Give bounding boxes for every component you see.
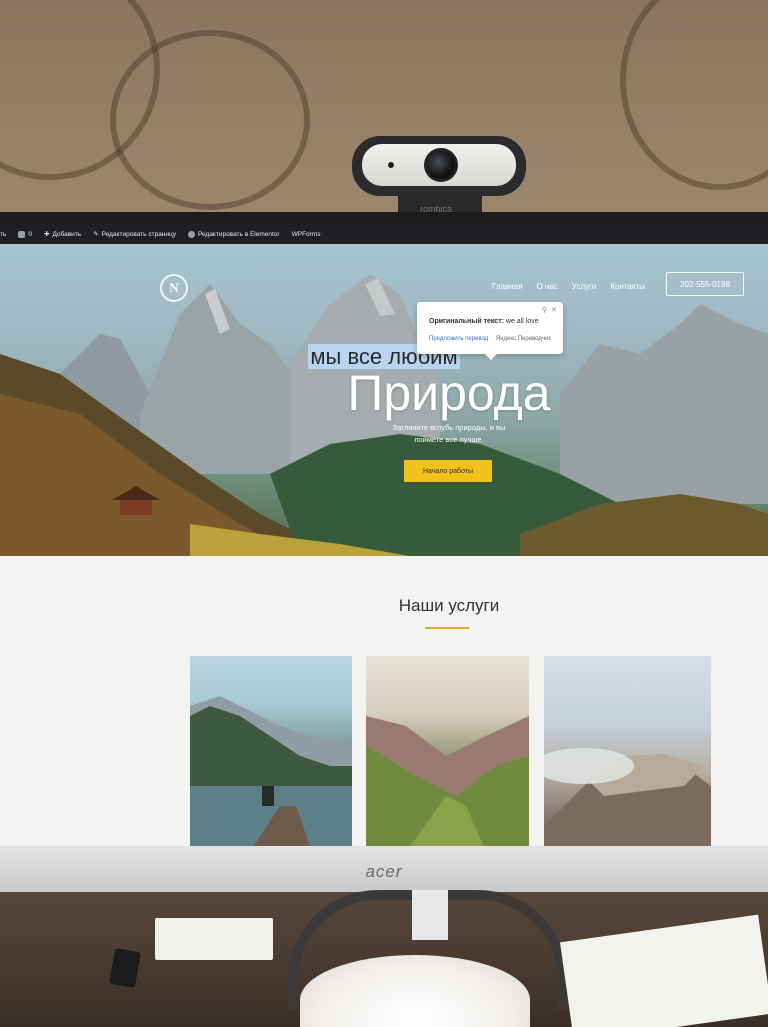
nav-contacts[interactable]: Контакты: [610, 282, 645, 291]
pin-icon[interactable]: ⚲: [542, 306, 547, 314]
edit-page-link[interactable]: ✎ Редактировать страницу: [93, 230, 176, 239]
nav-about[interactable]: О нас: [536, 282, 557, 291]
comment-icon: [18, 230, 26, 238]
wpforms-link[interactable]: WPForms: [292, 231, 321, 238]
close-icon[interactable]: ✕: [551, 306, 557, 314]
translation-tooltip: ⚲ ✕ Оригинальный текст: we all love Пред…: [417, 302, 563, 360]
monitor-brand: acer: [365, 862, 403, 881]
phone-button[interactable]: 202-555-0188: [666, 272, 744, 296]
edit-page-label: Редактировать страницу: [101, 230, 176, 238]
site-logo[interactable]: N: [160, 274, 188, 302]
admin-bar-fragment-label: ть: [0, 230, 7, 238]
comments-link[interactable]: 0: [18, 230, 32, 238]
add-new-link[interactable]: ✚ Добавить: [44, 230, 82, 239]
translator-provider: Яндекс.Переводчик: [495, 336, 551, 342]
browser-screen: ть 0 ✚ Добавить ✎ Редактировать страницу…: [0, 224, 768, 848]
valley-image: [366, 716, 529, 848]
admin-bar-fragment[interactable]: ть: [0, 231, 6, 238]
nav-services[interactable]: Услуги: [572, 282, 597, 291]
wp-admin-bar: ть 0 ✚ Добавить ✎ Редактировать страницу…: [0, 224, 768, 244]
service-card-2[interactable]: [366, 656, 529, 848]
plus-icon: ✚: [44, 231, 50, 238]
edit-elementor-label: Редактировать в Elementor: [198, 230, 280, 238]
comments-count: 0: [28, 230, 32, 238]
service-card-3[interactable]: [544, 656, 711, 848]
papers: [560, 914, 768, 1027]
elementor-icon: [188, 230, 195, 238]
services-title: Наши услуги: [398, 596, 500, 615]
main-nav: Главная О нас Услуги Контакты: [492, 282, 645, 291]
original-text-value: we all love: [505, 318, 539, 325]
wallpaper-pattern: [620, 0, 768, 190]
hero-section: N Главная О нас Услуги Контакты 202-555-…: [0, 244, 768, 556]
nav-home[interactable]: Главная: [492, 282, 522, 291]
hero-title: Природа: [347, 365, 551, 421]
camera-lens-icon: [424, 148, 458, 182]
webcam-led: [388, 162, 394, 168]
logo-letter: N: [169, 280, 179, 295]
services-underline: [425, 627, 469, 629]
pencil-icon: ✎: [93, 231, 99, 238]
wallpaper-pattern: [110, 30, 310, 210]
lake-dock-image: [190, 696, 352, 848]
product-box: [155, 918, 273, 960]
remote-control: [109, 948, 141, 988]
webcam: [352, 136, 526, 196]
get-started-button[interactable]: Начало работы: [404, 460, 492, 482]
chalet: [120, 499, 152, 515]
get-started-label: Начало работы: [422, 467, 474, 475]
add-new-label: Добавить: [52, 230, 82, 238]
webcam-face: [362, 144, 516, 186]
suggest-translation-link[interactable]: Предложить перевод: [429, 336, 488, 342]
edit-elementor-link[interactable]: Редактировать в Elementor: [188, 230, 280, 238]
original-text-label: Оригинальный текст:: [429, 318, 504, 325]
wpforms-label: WPForms: [291, 230, 321, 238]
service-card-1[interactable]: [190, 656, 352, 848]
photo-scene: rombica ть 0 ✚ Добавить ✎ Редактировать …: [0, 0, 768, 1027]
cliff-image: [544, 748, 711, 848]
monitor-stand-neck: [412, 890, 448, 940]
hero-description: Загляните вглубь природы, и вы поймете в…: [392, 423, 506, 444]
original-text: Оригинальный текст: we all love: [429, 318, 539, 325]
phone-label: 202-555-0188: [680, 279, 730, 289]
